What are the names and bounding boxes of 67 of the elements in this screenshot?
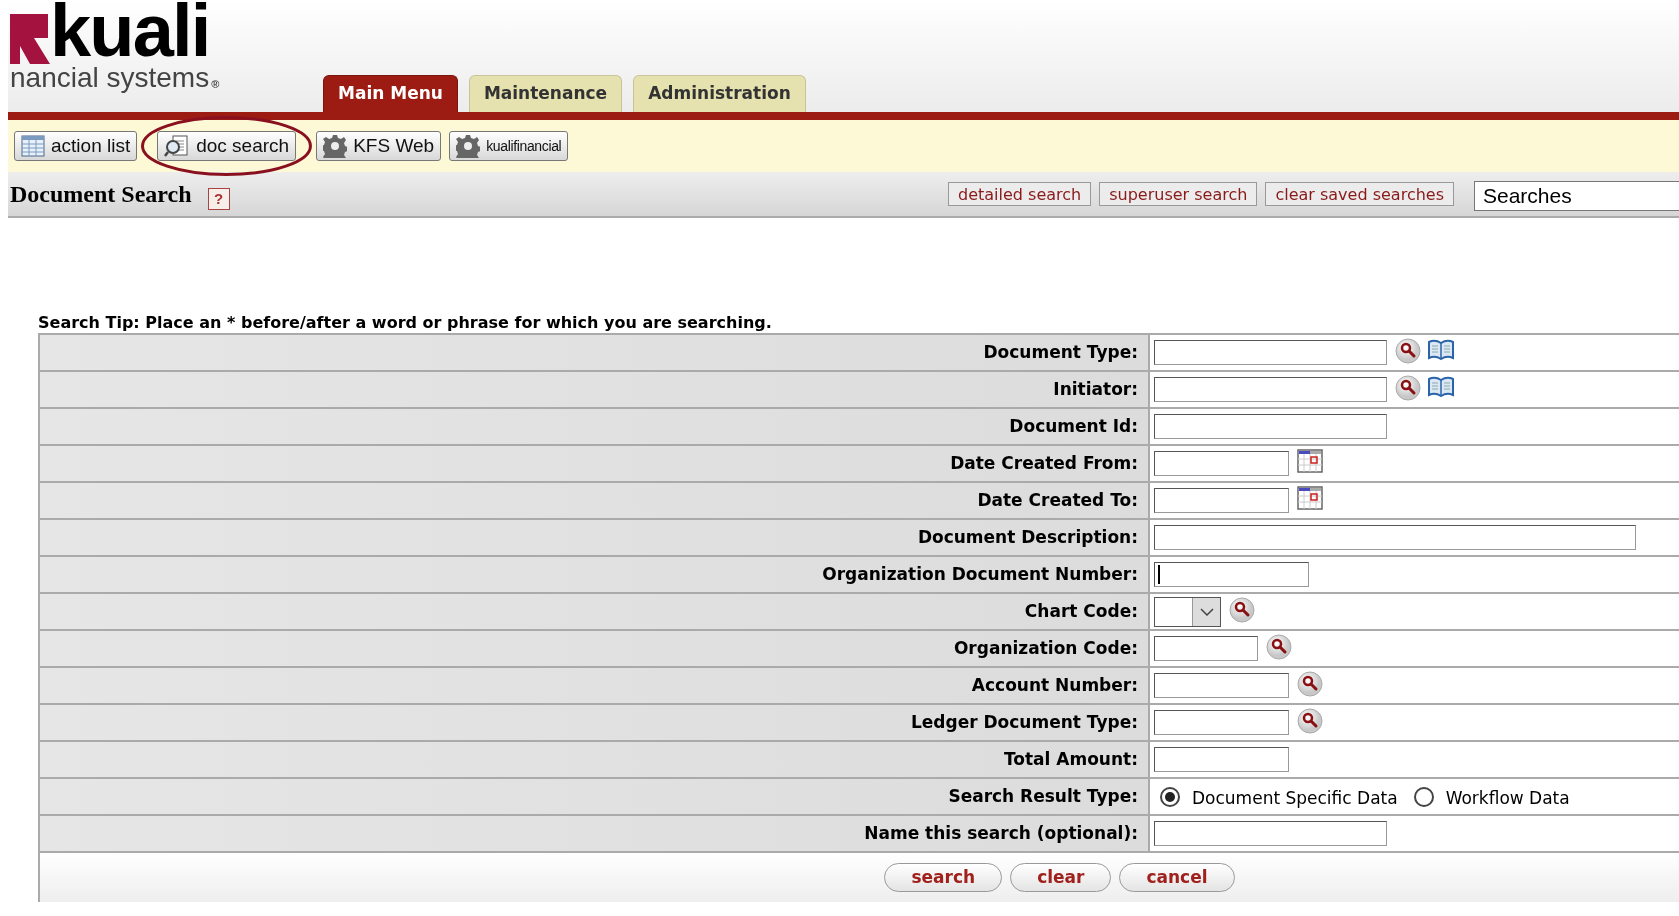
field-label: Search Result Type: — [948, 784, 1138, 808]
registered-mark: ® — [210, 76, 220, 92]
radio-label: Workflow Data — [1445, 786, 1570, 810]
field-label: Chart Code: — [1024, 599, 1138, 623]
search-option-button[interactable]: superuser search — [1099, 182, 1258, 206]
book-icon[interactable] — [1427, 375, 1455, 399]
nav-tab[interactable]: Main Menu — [323, 75, 458, 112]
input-field[interactable] — [1154, 488, 1289, 513]
input-field[interactable] — [1154, 710, 1289, 735]
input-field[interactable] — [1154, 525, 1636, 550]
field-label: Date Created To: — [977, 488, 1138, 512]
input-field[interactable] — [1154, 562, 1309, 587]
logo-subtitle: nancial systems — [10, 64, 210, 92]
field-label: Document Id: — [1009, 414, 1138, 438]
logo-text: kuali — [50, 0, 210, 64]
help-button[interactable]: ? — [207, 188, 230, 210]
input-field[interactable] — [1154, 340, 1387, 365]
radio-label: Document Specific Data — [1192, 786, 1398, 810]
field-label: Name this search (optional): — [864, 821, 1138, 845]
field-label: Total Amount: — [1003, 747, 1138, 771]
saved-searches-select[interactable]: Searches — [1474, 181, 1679, 211]
lookup-icon[interactable] — [1297, 671, 1323, 697]
table-icon — [21, 135, 45, 157]
input-field[interactable] — [1154, 673, 1289, 698]
field-label: Organization Code: — [953, 636, 1138, 660]
lookup-icon[interactable] — [1297, 708, 1323, 734]
toolbar-button[interactable]: KFS Web — [316, 131, 442, 161]
document-magnifier-icon — [164, 134, 191, 158]
gear-icon — [456, 134, 481, 158]
page-title: Document Search — [9, 180, 192, 209]
input-field[interactable] — [1154, 747, 1289, 772]
toolbar-button[interactable]: kualifinancial — [449, 131, 569, 161]
action-button[interactable]: clear — [1010, 863, 1112, 892]
action-button[interactable]: search — [884, 863, 1003, 892]
input-field[interactable] — [1154, 451, 1289, 476]
field-label: Organization Document Number: — [822, 562, 1138, 586]
input-field[interactable] — [1154, 377, 1387, 402]
field-label: Document Type: — [983, 340, 1138, 364]
radio-button[interactable] — [1413, 786, 1434, 807]
calendar-icon[interactable] — [1297, 486, 1323, 510]
field-label: Ledger Document Type: — [910, 710, 1138, 734]
input-field[interactable] — [1154, 414, 1387, 439]
calendar-icon[interactable] — [1297, 449, 1323, 473]
lookup-icon[interactable] — [1395, 338, 1421, 364]
lookup-icon[interactable] — [1229, 597, 1255, 623]
book-icon[interactable] — [1427, 338, 1455, 362]
chevron-down-icon — [1199, 607, 1214, 616]
input-field[interactable] — [1154, 636, 1258, 661]
search-option-button[interactable]: detailed search — [948, 182, 1092, 206]
toolbar-button[interactable]: action list — [14, 131, 138, 161]
search-option-button[interactable]: clear saved searches — [1265, 182, 1454, 206]
nav-tab[interactable]: Maintenance — [468, 75, 623, 112]
logo-mark-icon — [10, 14, 50, 64]
field-label: Initiator: — [1053, 377, 1138, 401]
nav-tab[interactable]: Administration — [633, 75, 806, 112]
field-label: Date Created From: — [950, 451, 1138, 475]
field-label: Account Number: — [971, 673, 1138, 697]
field-label: Document Description: — [917, 525, 1138, 549]
gear-icon — [323, 134, 348, 158]
action-button[interactable]: cancel — [1119, 863, 1235, 892]
search-tip: Search Tip: Place an * before/after a word or phrase for which you are searching. — [38, 313, 773, 333]
radio-button[interactable] — [1160, 786, 1180, 807]
toolbar-button[interactable]: doc search — [157, 131, 297, 161]
chart-code-select[interactable] — [1154, 596, 1221, 627]
input-field[interactable] — [1154, 821, 1387, 846]
lookup-icon[interactable] — [1395, 375, 1421, 401]
lookup-icon[interactable] — [1266, 634, 1292, 660]
